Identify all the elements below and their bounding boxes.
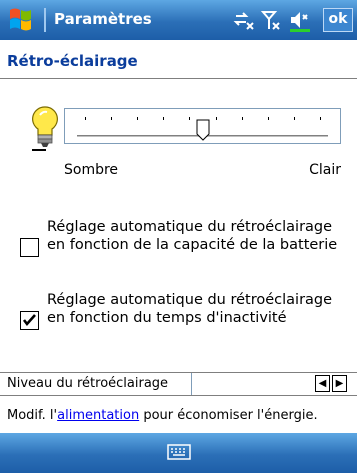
slider-thumb[interactable] — [196, 119, 210, 141]
slider-tick — [163, 117, 165, 120]
slider-tick — [267, 117, 269, 120]
checkmark-icon — [22, 314, 36, 327]
level-row: Niveau du rétroéclairage ◀ ▶ — [0, 372, 357, 396]
level-label: Niveau du rétroéclairage — [7, 376, 169, 391]
keyboard-icon[interactable] — [167, 443, 191, 461]
decrease-button[interactable]: ◀ — [315, 375, 330, 392]
idle-auto-option[interactable]: Réglage automatique du rétroéclairage en… — [20, 291, 350, 347]
lightbulb-icon — [28, 104, 62, 154]
app-title: Paramètres — [54, 10, 152, 28]
power-settings-link[interactable]: alimentation — [57, 408, 139, 423]
signal-icon[interactable] — [260, 8, 284, 32]
idle-auto-label[interactable]: Réglage automatique du rétroéclairage en… — [47, 291, 347, 327]
slider-max-label: Clair — [309, 162, 341, 178]
heading-divider — [0, 78, 357, 79]
power-hint: Modif. l'alimentation pour économiser l'… — [7, 408, 318, 423]
slider-tick — [189, 117, 191, 120]
windows-start-icon[interactable] — [0, 0, 44, 40]
level-spinner[interactable]: ◀ ▶ — [191, 373, 357, 395]
slider-tick — [215, 117, 217, 120]
connectivity-icon[interactable] — [232, 8, 256, 32]
title-bar: Paramètres ok — [0, 0, 357, 40]
slider-tick — [85, 117, 86, 120]
slider-tick — [137, 117, 139, 120]
battery-auto-option[interactable]: Réglage automatique du rétroéclairage en… — [20, 218, 350, 274]
battery-auto-label[interactable]: Réglage automatique du rétroéclairage en… — [47, 218, 347, 254]
hint-suffix: pour économiser l'énergie. — [139, 408, 318, 423]
hint-prefix: Modif. l' — [7, 408, 58, 423]
brightness-slider[interactable] — [64, 108, 341, 144]
slider-tick — [293, 117, 295, 120]
slider-min-label: Sombre — [64, 162, 119, 178]
idle-auto-checkbox[interactable] — [20, 311, 39, 330]
slider-tick — [111, 117, 113, 120]
increase-button[interactable]: ▶ — [332, 375, 347, 392]
volume-icon[interactable] — [288, 8, 312, 32]
slider-tick — [320, 117, 321, 120]
title-separator — [44, 8, 46, 32]
ok-button[interactable]: ok — [323, 8, 353, 32]
slider-tick — [241, 117, 243, 120]
page-title: Rétro-éclairage — [7, 52, 138, 70]
menu-bar — [0, 433, 357, 473]
battery-auto-checkbox[interactable] — [20, 238, 39, 257]
